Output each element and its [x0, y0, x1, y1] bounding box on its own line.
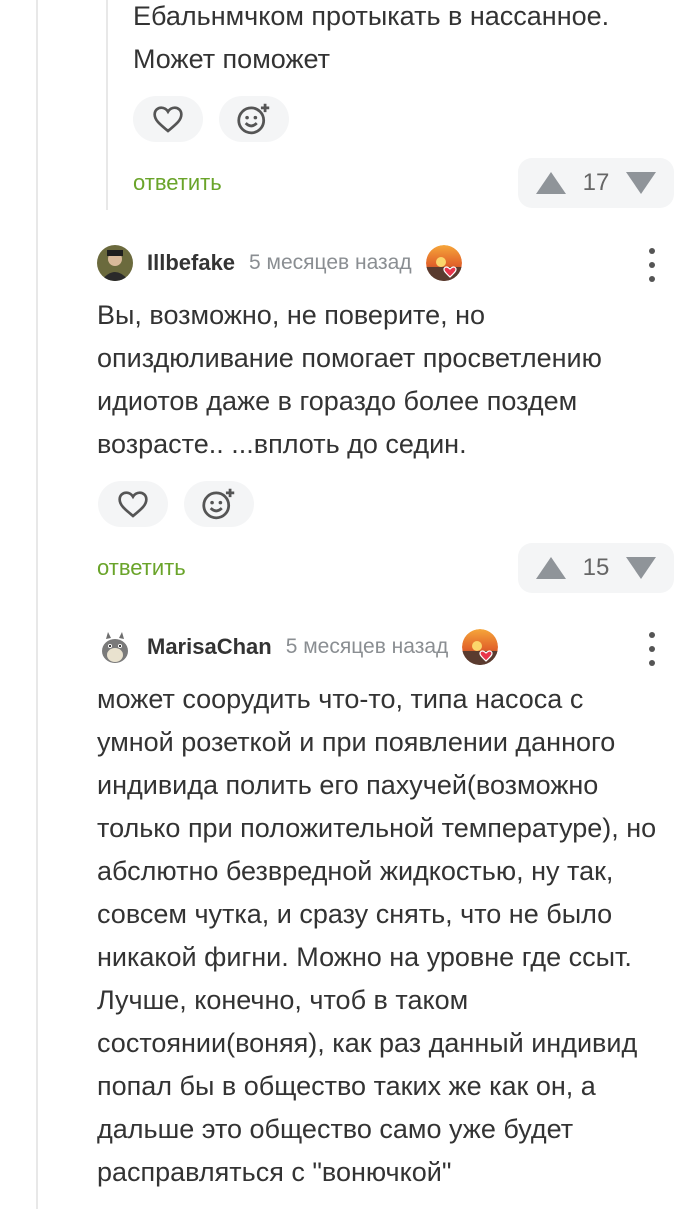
username[interactable]: Illbefake	[147, 250, 235, 276]
comment-text: Вы, возможно, не поверите, но опиздюлива…	[97, 300, 602, 459]
comment-header: MarisaChan 5 месяцев назад	[97, 627, 499, 667]
username[interactable]: MarisaChan	[147, 634, 272, 660]
heart-icon	[153, 106, 183, 133]
avatar[interactable]	[97, 629, 133, 665]
add-emoji-icon	[202, 488, 235, 520]
reply-link[interactable]: ответить	[97, 555, 186, 581]
thread-line	[36, 0, 38, 1209]
add-emoji-icon	[237, 103, 270, 135]
downvote-icon[interactable]	[625, 172, 656, 194]
comment-text-line: Ебальнмчком протыкать в нассанное.	[133, 1, 610, 31]
downvote-icon[interactable]	[625, 557, 656, 579]
comment-text: может соорудить что-то, типа насоса с ум…	[97, 684, 657, 1187]
vote-count: 15	[582, 554, 610, 581]
heart-icon	[118, 491, 148, 518]
like-button[interactable]	[98, 481, 168, 527]
nested-thread-line	[106, 0, 108, 210]
timestamp: 5 месяцев назад	[249, 251, 412, 274]
comment-text: Ебальнмчком протыкать в нассанное. Может…	[133, 0, 693, 81]
comment-text-line: Может поможет	[133, 44, 331, 74]
award-badge-icon[interactable]	[425, 245, 462, 281]
vote-widget: 17	[518, 158, 674, 208]
timestamp: 5 месяцев назад	[285, 635, 449, 658]
more-options-icon[interactable]	[645, 248, 659, 282]
like-button[interactable]	[133, 96, 203, 142]
upvote-icon[interactable]	[536, 172, 566, 194]
upvote-icon[interactable]	[536, 557, 566, 579]
comment-header: Illbefake 5 месяцев назад	[97, 243, 462, 283]
vote-count: 17	[582, 169, 610, 196]
react-button[interactable]	[219, 96, 289, 142]
more-options-icon[interactable]	[645, 632, 659, 666]
award-badge-icon[interactable]	[462, 629, 499, 665]
reply-link[interactable]: ответить	[133, 170, 222, 196]
avatar[interactable]	[97, 245, 133, 281]
react-button[interactable]	[184, 481, 254, 527]
vote-widget: 15	[518, 543, 674, 593]
